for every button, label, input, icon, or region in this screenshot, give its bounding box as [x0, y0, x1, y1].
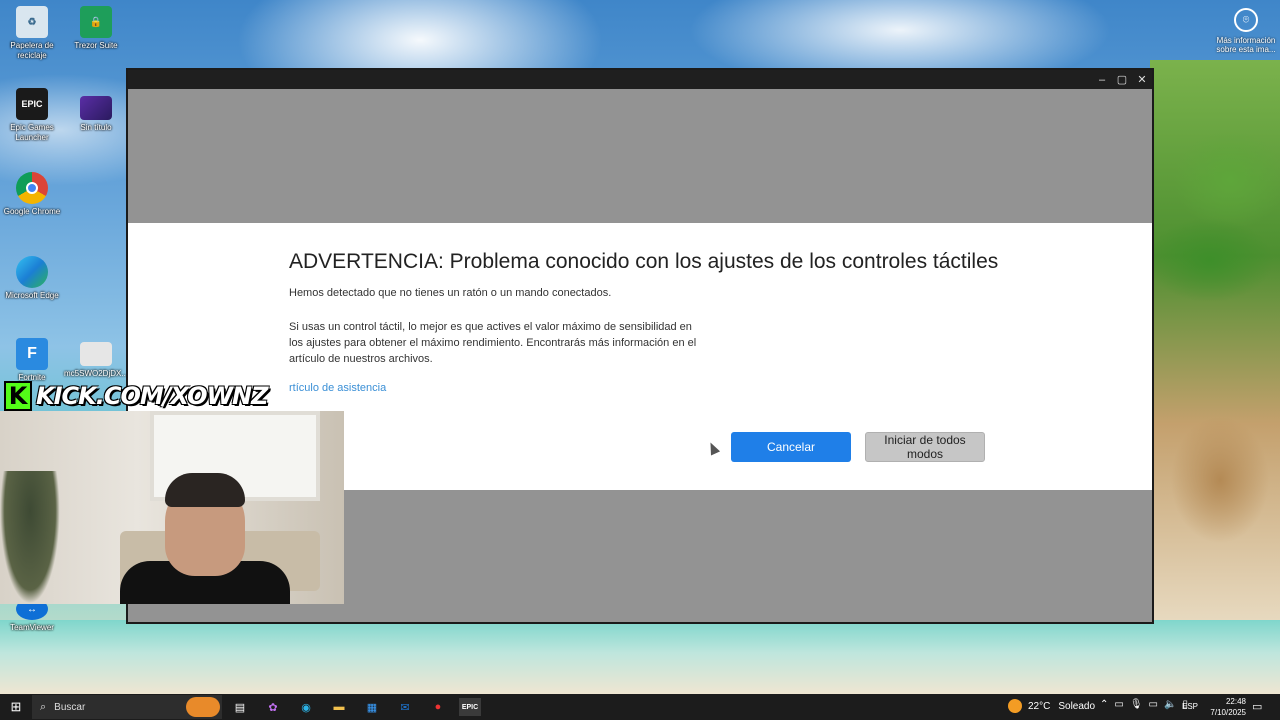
edge-icon [16, 256, 48, 288]
webcam-person-hair [165, 473, 245, 507]
volume-icon[interactable]: 🔈 [1164, 699, 1176, 710]
clock[interactable]: 22:48 7/10/2025 [1200, 696, 1246, 718]
outlook-icon[interactable]: ✉ [395, 698, 415, 716]
copilot-icon[interactable]: ✿ [263, 698, 283, 716]
maximize-button[interactable]: ▢ [1112, 71, 1132, 88]
desktop-icon-google-chrome[interactable]: Google Chrome [0, 172, 64, 217]
minimize-button[interactable]: – [1092, 71, 1112, 88]
microphone-icon[interactable]: 🎙 [1130, 699, 1143, 710]
dialog-message-paragraph: Si usas un control táctil, lo mejor es q… [289, 321, 697, 365]
epic-games-icon: EPIC [16, 88, 48, 120]
trezor-icon: 🔒 [80, 6, 112, 38]
webcam-overlay [0, 411, 344, 604]
webcam-plant [0, 471, 60, 604]
weather-condition: Soleado [1058, 700, 1096, 712]
desktop-icon-fortnite[interactable]: F Fortnite [0, 338, 64, 383]
file-icon [80, 342, 112, 366]
kick-channel-banner: K KICK.COM/XOWNZ [4, 380, 269, 412]
desktop-icon-trezor-suite[interactable]: 🔒 Trezor Suite [64, 6, 128, 51]
desktop-icon-epic-games[interactable]: EPIC Epic Games Launcher [0, 88, 64, 143]
desktop-icon-sin-titulo[interactable]: Sin título [64, 96, 128, 133]
cancel-button[interactable]: Cancelar [731, 432, 851, 462]
search-icon: ⌕ [40, 700, 47, 713]
fortnite-icon: F [16, 338, 48, 370]
beach-wallpaper [0, 620, 1280, 694]
chrome-icon [16, 172, 48, 204]
mouse-cursor-icon [705, 440, 721, 456]
system-tray: ⌃ ▭ 🎙 ▭ 🔈 ▯ [1100, 699, 1188, 710]
obs-icon[interactable]: ● [428, 698, 448, 716]
window-titlebar[interactable]: – ▢ ✕ [128, 70, 1152, 89]
search-highlight-icon [186, 697, 220, 717]
palm-tree-wallpaper [1150, 60, 1280, 620]
desktop-icon-microsoft-edge[interactable]: Microsoft Edge [0, 256, 64, 301]
temperature: 22°C [1028, 700, 1051, 712]
desktop-icon-mc5-file[interactable]: mc5SWO2DjDX... [64, 342, 128, 379]
file-explorer-icon[interactable]: ▬ [329, 698, 349, 716]
kick-logo-icon: K [4, 381, 32, 411]
taskbar: ⊞ ⌕ Buscar ▤ ✿ ◉ ▬ ▦ ✉ ● EPIC 22°C Solea… [0, 694, 1280, 720]
clock-date: 7/10/2025 [1210, 708, 1246, 717]
start-button[interactable]: ⊞ [6, 698, 26, 716]
start-anyway-button[interactable]: Iniciar de todos modos [865, 432, 985, 462]
dialog-title: ADVERTENCIA: Problema conocido con los a… [289, 250, 999, 273]
support-article-link[interactable]: rtículo de asistencia [289, 382, 386, 394]
epic-games-taskbar-icon[interactable]: EPIC [459, 698, 481, 716]
chevron-up-icon[interactable]: ⌃ [1100, 699, 1108, 710]
task-view-icon[interactable]: ▤ [230, 698, 250, 716]
recycle-bin-icon: ♻ [16, 6, 48, 38]
dialog-message-line: Hemos detectado que no tienes un ratón o… [289, 287, 612, 299]
kick-channel-url: KICK.COM/XOWNZ [36, 382, 269, 410]
sun-icon [1008, 699, 1022, 713]
taskbar-search-box[interactable]: ⌕ Buscar [32, 695, 222, 719]
close-button[interactable]: ✕ [1132, 71, 1152, 88]
desktop-icon-recycle-bin[interactable]: ♻ Papelera de reciclaje [0, 6, 64, 61]
image-file-icon [80, 96, 112, 120]
search-placeholder: Buscar [54, 701, 86, 713]
weather-widget[interactable]: 22°C Soleado [1008, 699, 1095, 713]
wallpaper-info-button[interactable]: ⌾ Más información sobre esta ima... [1212, 8, 1280, 54]
camera-info-icon: ⌾ [1234, 8, 1258, 32]
microsoft-store-icon[interactable]: ▦ [362, 698, 382, 716]
edge-taskbar-icon[interactable]: ◉ [296, 698, 316, 716]
language-indicator[interactable]: ESP [1182, 702, 1198, 711]
notification-icon[interactable]: ▭ [1252, 700, 1262, 713]
clock-time: 22:48 [1225, 697, 1246, 706]
network-icon[interactable]: ▭ [1149, 699, 1158, 710]
device-icon[interactable]: ▭ [1114, 699, 1123, 710]
